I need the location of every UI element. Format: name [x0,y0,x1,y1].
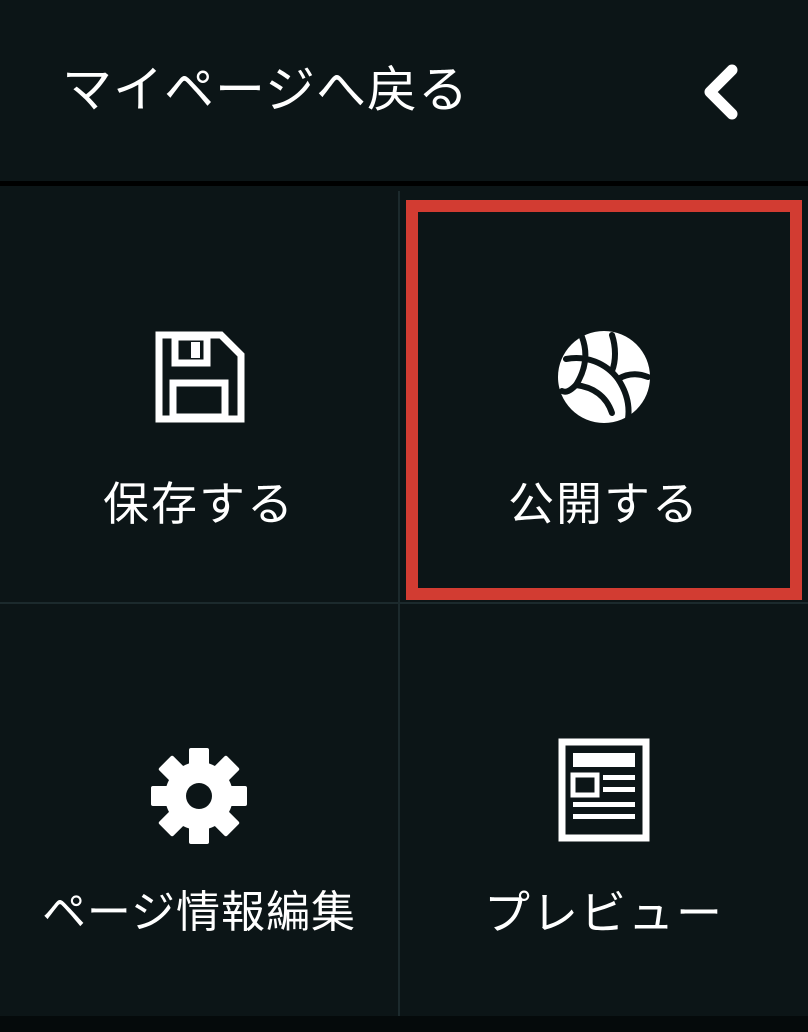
save-button[interactable]: 保存する [0,191,398,603]
publish-button[interactable]: 公開する [400,191,808,603]
page-info-edit-label: ページ情報編集 [41,887,357,938]
bottom-edge [0,1016,808,1032]
grid-divider-vertical [398,191,400,1017]
globe-icon [558,331,651,423]
gear-icon [151,748,247,844]
chevron-left-icon[interactable] [698,62,742,122]
save-label: 保存する [103,477,295,531]
grid-divider-horizontal [0,602,808,604]
preview-label: プレビュー [484,886,724,940]
floppy-disk-icon [155,331,245,423]
action-menu-grid: 保存する 公開する ページ情報編集 プレビュー [0,191,808,1017]
publish-label: 公開する [508,477,700,531]
preview-button[interactable]: プレビュー [400,604,808,1016]
page-info-edit-button[interactable]: ページ情報編集 [0,604,398,1016]
document-icon [558,738,650,842]
back-to-mypage-button[interactable]: マイページへ戻る [0,0,808,186]
back-to-mypage-label: マイページへ戻る [62,61,469,119]
